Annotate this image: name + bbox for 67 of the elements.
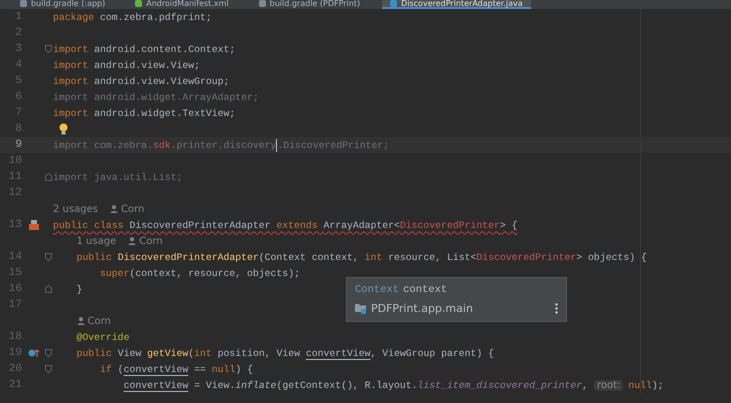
usages-hint[interactable]: 1 usage (76, 236, 116, 246)
editor-tab[interactable]: DiscoveredPrinterAdapter.java (382, 0, 531, 9)
more-icon[interactable] (555, 303, 558, 314)
code-line: convertView = View.inflate(getContext(), R.layout.list_item_discovered_printer, root: null); (122, 380, 664, 390)
code-line: import java.util.List; (53, 172, 182, 182)
module-name: PDFPrint.app.main (371, 302, 473, 316)
file-icon (390, 0, 398, 7)
line-number: 10 (8, 155, 23, 167)
code-line: import android.view.ViewGroup; (53, 76, 230, 86)
line-number: 6 (14, 91, 23, 103)
code-line: import android.content.Context; (53, 44, 236, 54)
code-line: public class DiscoveredPrinterAdapter extends ArrayAdapter<DiscoveredPrinter> { (53, 220, 518, 230)
type-name: Context (355, 284, 400, 296)
line-number: 3 (14, 43, 23, 55)
line-number: 5 (14, 75, 23, 87)
code-line: import android.widget.ArrayAdapter; (53, 92, 259, 102)
lightbulb-icon[interactable] (59, 123, 68, 135)
code-line: import com.zebra.sdk.printer.discovery.DiscoveredPrinter; (53, 138, 390, 152)
file-icon (135, 0, 142, 7)
fold-icon[interactable] (45, 253, 52, 261)
file-icon (258, 0, 266, 7)
folder-icon (355, 303, 367, 314)
code-line: import android.view.View; (53, 60, 200, 70)
text-caret (276, 138, 278, 152)
line-number: 14 (8, 251, 23, 263)
author-hint[interactable]: Corn (120, 204, 144, 214)
line-number: 16 (8, 283, 23, 295)
fold-icon[interactable] (45, 173, 52, 181)
line-number: 9 (14, 139, 23, 151)
line-number: 17 (8, 299, 23, 311)
editor-tab[interactable]: build.gradle (PDFPrint) (250, 0, 368, 9)
class-gutter-icon[interactable] (28, 219, 40, 231)
line-number: 19 (8, 347, 23, 359)
file-icon (20, 0, 27, 7)
line-number: 8 (14, 123, 23, 135)
line-number: 21 (8, 379, 23, 391)
editor-tab[interactable]: AndroidManifest.xml (127, 0, 237, 9)
fold-icon[interactable] (45, 45, 52, 53)
line-number: 1 (14, 11, 23, 23)
line-number: 7 (14, 107, 23, 119)
code-line: if (convertView == null) { (99, 364, 253, 374)
line-number: 2 (14, 27, 23, 39)
parameter-hint: root: (594, 380, 624, 390)
code-line: } (76, 284, 82, 294)
line-number: 18 (8, 331, 23, 343)
code-line: @Override (76, 332, 130, 342)
code-line: public View getView(int position, View convertView, ViewGroup parent) { (76, 348, 494, 358)
line-number: 4 (14, 59, 23, 71)
code-line: public DiscoveredPrinterAdapter(Context context, int resource, List<DiscoveredPrinter> objects) { (76, 252, 647, 262)
author-hint[interactable]: Corn (88, 316, 111, 326)
line-number: 15 (8, 267, 23, 279)
code-line: package com.zebra.pdfprint; (53, 12, 212, 22)
editor-tab[interactable]: build.gradle (:app) (12, 0, 114, 9)
fold-icon[interactable] (45, 285, 52, 293)
person-icon (128, 237, 136, 245)
line-number: 12 (8, 187, 23, 199)
line-number: 20 (8, 363, 23, 375)
parameter-name: context (403, 284, 448, 296)
author-hint[interactable]: Corn (139, 236, 163, 246)
code-line: import android.widget.TextView; (53, 108, 236, 118)
line-number: 11 (8, 171, 23, 183)
override-gutter-icon[interactable] (28, 348, 40, 358)
usages-hint[interactable]: 2 usages (53, 204, 98, 214)
person-icon (76, 317, 85, 325)
line-number: 13 (8, 219, 23, 231)
code-line: super(context, resource, objects); (99, 268, 300, 278)
person-icon (110, 205, 118, 213)
